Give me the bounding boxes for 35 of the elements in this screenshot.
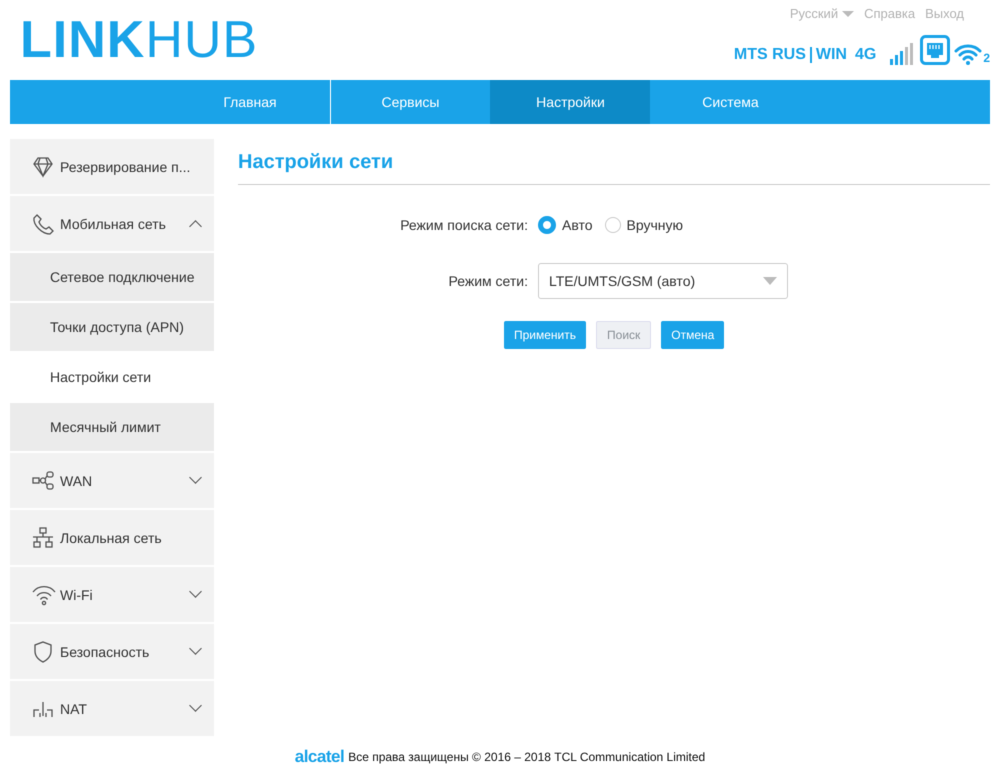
operator-name: MTS RUS bbox=[734, 45, 806, 65]
field-label: Режим сети: bbox=[448, 273, 528, 289]
network-type: 4G bbox=[854, 45, 876, 65]
sidebar-item[interactable]: NAT bbox=[10, 681, 214, 736]
radio-button[interactable] bbox=[538, 216, 556, 234]
sidebar-subitem[interactable]: Точки доступа (APN) bbox=[10, 303, 214, 351]
wifi-icon bbox=[954, 43, 982, 65]
radio-label: Авто bbox=[562, 217, 593, 233]
network-mode-dropdown[interactable]: LTE/UMTS/GSM (авто) bbox=[538, 263, 788, 299]
radio-button[interactable] bbox=[604, 217, 621, 233]
page-title: Настройки сети bbox=[238, 139, 990, 185]
sidebar-item[interactable]: Безопасность bbox=[10, 624, 214, 679]
field-label: Режим поиска сети: bbox=[399, 217, 528, 233]
dropdown-arrow-icon bbox=[763, 277, 777, 285]
wifi-icon bbox=[32, 584, 56, 606]
client-count: 2 bbox=[983, 51, 990, 65]
signal-icon bbox=[890, 43, 914, 65]
sidebar-item[interactable]: Резервирование п... bbox=[10, 139, 214, 194]
sidebar-item[interactable]: WAN bbox=[10, 453, 214, 508]
ethernet-icon bbox=[920, 35, 950, 65]
copyright-text: Все права защищены © 2016 – 2018 TCL Communication Limited bbox=[348, 750, 706, 764]
phone-icon bbox=[32, 212, 56, 234]
lan-icon bbox=[32, 526, 56, 548]
sidebar-subitem[interactable]: Сетевое подключение bbox=[10, 253, 214, 301]
network-name: WIN bbox=[816, 45, 847, 65]
radio-label: Вручную bbox=[626, 217, 684, 233]
caret-icon bbox=[842, 10, 854, 18]
sidebar-item[interactable]: Wi-Fi bbox=[10, 567, 214, 622]
alcatel-logo: alcatel bbox=[294, 747, 344, 767]
network-nodes-icon bbox=[32, 470, 56, 492]
sidebar-item[interactable]: Мобильная сеть bbox=[10, 196, 214, 251]
linkhub-logo: LINKHUB bbox=[20, 10, 258, 71]
sidebar-subitem[interactable]: Месячный лимит bbox=[10, 403, 214, 451]
nav-tab[interactable]: Настройки bbox=[490, 80, 650, 124]
sidebar-item[interactable]: Локальная сеть bbox=[10, 510, 214, 565]
